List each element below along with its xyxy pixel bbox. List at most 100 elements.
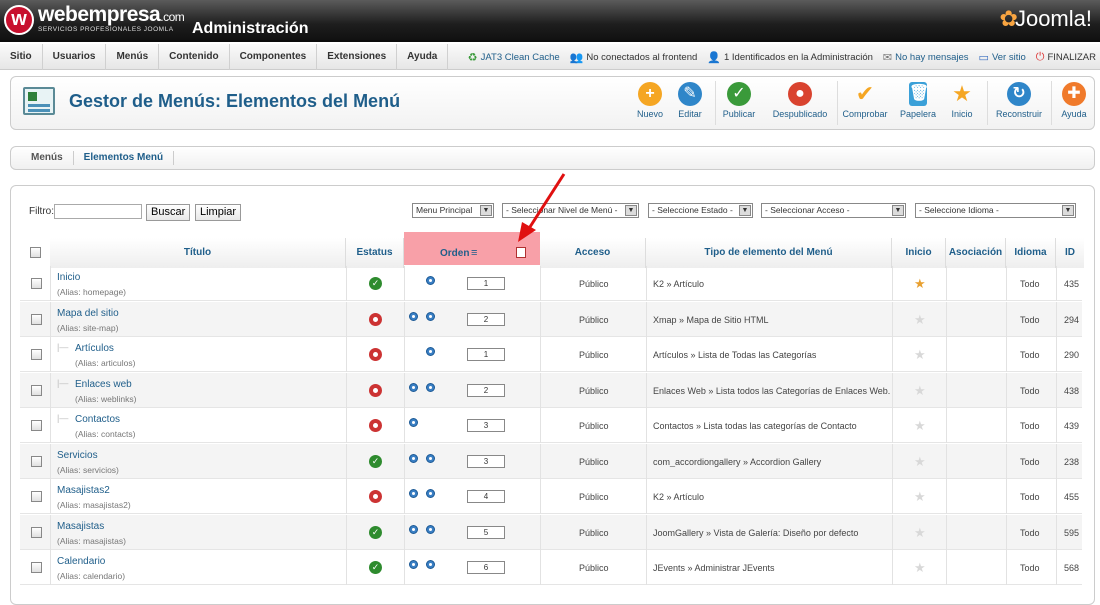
item-title-link[interactable]: Artículos xyxy=(75,343,114,354)
header-status[interactable]: Estatus xyxy=(346,238,404,268)
item-title-link[interactable]: Calendario xyxy=(57,556,105,567)
unpublished-icon[interactable] xyxy=(369,490,382,503)
access-value[interactable]: Público xyxy=(579,279,609,289)
move-up-icon[interactable] xyxy=(409,454,418,463)
row-checkbox[interactable] xyxy=(31,420,42,431)
clean-cache-link[interactable]: ♻ JAT3 Clean Cache xyxy=(468,51,560,64)
order-input[interactable]: 6 xyxy=(467,561,505,574)
row-checkbox[interactable] xyxy=(31,314,42,325)
item-title-link[interactable]: Enlaces web xyxy=(75,379,132,390)
row-checkbox[interactable] xyxy=(31,385,42,396)
messages-link[interactable]: ✉ No hay mensajes xyxy=(883,51,969,64)
language-select[interactable]: - Seleccione Idioma - ▼ xyxy=(915,203,1076,218)
unpublished-icon[interactable] xyxy=(369,419,382,432)
item-title-link[interactable]: Servicios xyxy=(57,450,98,461)
default-star-icon[interactable]: ★ xyxy=(914,526,926,539)
default-star-icon[interactable]: ★ xyxy=(914,277,926,290)
home-button[interactable]: ★ Inicio xyxy=(937,82,987,120)
move-down-icon[interactable] xyxy=(426,383,435,392)
access-value[interactable]: Público xyxy=(579,563,609,573)
move-down-icon[interactable] xyxy=(426,347,435,356)
move-down-icon[interactable] xyxy=(426,312,435,321)
access-value[interactable]: Público xyxy=(579,350,609,360)
menu-extensiones[interactable]: Extensiones xyxy=(317,43,398,70)
order-input[interactable]: 3 xyxy=(467,455,505,468)
view-site-link[interactable]: ▭ Ver sitio xyxy=(979,51,1026,64)
unpublished-icon[interactable] xyxy=(369,384,382,397)
access-select[interactable]: - Seleccionar Acceso - ▼ xyxy=(761,203,906,218)
item-title-link[interactable]: Mapa del sitio xyxy=(57,308,119,319)
default-star-icon[interactable]: ★ xyxy=(914,313,926,326)
checkin-button[interactable]: ✔ Comprobar xyxy=(839,82,891,120)
default-star-icon[interactable]: ★ xyxy=(914,348,926,361)
item-title-link[interactable]: Masajistas2 xyxy=(57,485,110,496)
move-up-icon[interactable] xyxy=(409,489,418,498)
move-down-icon[interactable] xyxy=(426,525,435,534)
header-id[interactable]: ID xyxy=(1056,238,1084,268)
access-value[interactable]: Público xyxy=(579,315,609,325)
filter-input[interactable] xyxy=(54,204,142,219)
select-all-checkbox[interactable] xyxy=(30,247,41,258)
order-input[interactable]: 2 xyxy=(467,384,505,397)
edit-button[interactable]: ✎ Editar xyxy=(665,82,715,119)
published-icon[interactable]: ✓ xyxy=(369,277,382,290)
default-star-icon[interactable]: ★ xyxy=(914,561,926,574)
publish-button[interactable]: ✓ Publicar xyxy=(714,82,764,119)
access-value[interactable]: Público xyxy=(579,386,609,396)
tab-menus[interactable]: Menús xyxy=(21,151,74,165)
move-up-icon[interactable] xyxy=(409,560,418,569)
access-value[interactable]: Público xyxy=(579,421,609,431)
access-value[interactable]: Público xyxy=(579,457,609,467)
order-input[interactable]: 5 xyxy=(467,526,505,539)
move-up-icon[interactable] xyxy=(409,418,418,427)
header-title[interactable]: Título xyxy=(50,238,346,268)
item-title-link[interactable]: Masajistas xyxy=(57,521,104,532)
clear-button[interactable]: Limpiar xyxy=(195,204,242,221)
menu-usuarios[interactable]: Usuarios xyxy=(43,43,107,70)
move-down-icon[interactable] xyxy=(426,560,435,569)
header-home[interactable]: Inicio xyxy=(892,238,946,268)
move-down-icon[interactable] xyxy=(426,276,435,285)
row-checkbox[interactable] xyxy=(31,349,42,360)
order-input[interactable]: 3 xyxy=(467,419,505,432)
move-up-icon[interactable] xyxy=(409,312,418,321)
default-star-icon[interactable]: ★ xyxy=(914,384,926,397)
item-title-link[interactable]: Inicio xyxy=(57,272,80,283)
rebuild-button[interactable]: ↻ Reconstruir xyxy=(991,82,1047,119)
menu-select[interactable]: Menu Principal ▼ xyxy=(412,203,494,218)
logout-link[interactable]: ⏻ FINALIZAR xyxy=(1036,51,1096,64)
item-title-link[interactable]: Contactos xyxy=(75,414,120,425)
access-value[interactable]: Público xyxy=(579,492,609,502)
row-checkbox[interactable] xyxy=(31,278,42,289)
unpublished-icon[interactable] xyxy=(369,313,382,326)
unpublished-icon[interactable] xyxy=(369,348,382,361)
row-checkbox[interactable] xyxy=(31,491,42,502)
save-order-icon[interactable] xyxy=(516,247,526,258)
menu-menus[interactable]: Menús xyxy=(106,43,160,70)
menu-ayuda[interactable]: Ayuda xyxy=(397,43,449,70)
published-icon[interactable]: ✓ xyxy=(369,455,382,468)
default-star-icon[interactable]: ★ xyxy=(914,490,926,503)
move-up-icon[interactable] xyxy=(409,383,418,392)
order-input[interactable]: 1 xyxy=(467,277,505,290)
menu-contenido[interactable]: Contenido xyxy=(159,43,230,70)
order-input[interactable]: 1 xyxy=(467,348,505,361)
search-button[interactable]: Buscar xyxy=(146,204,191,221)
menu-sitio[interactable]: Sitio xyxy=(0,43,43,70)
trash-button[interactable]: 🗑 Papelera xyxy=(893,82,943,119)
menu-componentes[interactable]: Componentes xyxy=(230,43,318,70)
order-input[interactable]: 2 xyxy=(467,313,505,326)
move-down-icon[interactable] xyxy=(426,454,435,463)
move-down-icon[interactable] xyxy=(426,489,435,498)
header-language[interactable]: Idioma xyxy=(1006,238,1056,268)
sort-icon[interactable]: ≡ xyxy=(471,247,477,259)
tab-menu-items[interactable]: Elementos Menú xyxy=(74,151,175,165)
state-select[interactable]: - Seleccione Estado - ▼ xyxy=(648,203,753,218)
published-icon[interactable]: ✓ xyxy=(369,526,382,539)
move-up-icon[interactable] xyxy=(409,525,418,534)
header-order[interactable]: Orden xyxy=(440,248,469,259)
header-association[interactable]: Asociación xyxy=(946,238,1006,268)
published-icon[interactable]: ✓ xyxy=(369,561,382,574)
header-type[interactable]: Tipo de elemento del Menú xyxy=(646,238,892,268)
default-star-icon[interactable]: ★ xyxy=(914,455,926,468)
